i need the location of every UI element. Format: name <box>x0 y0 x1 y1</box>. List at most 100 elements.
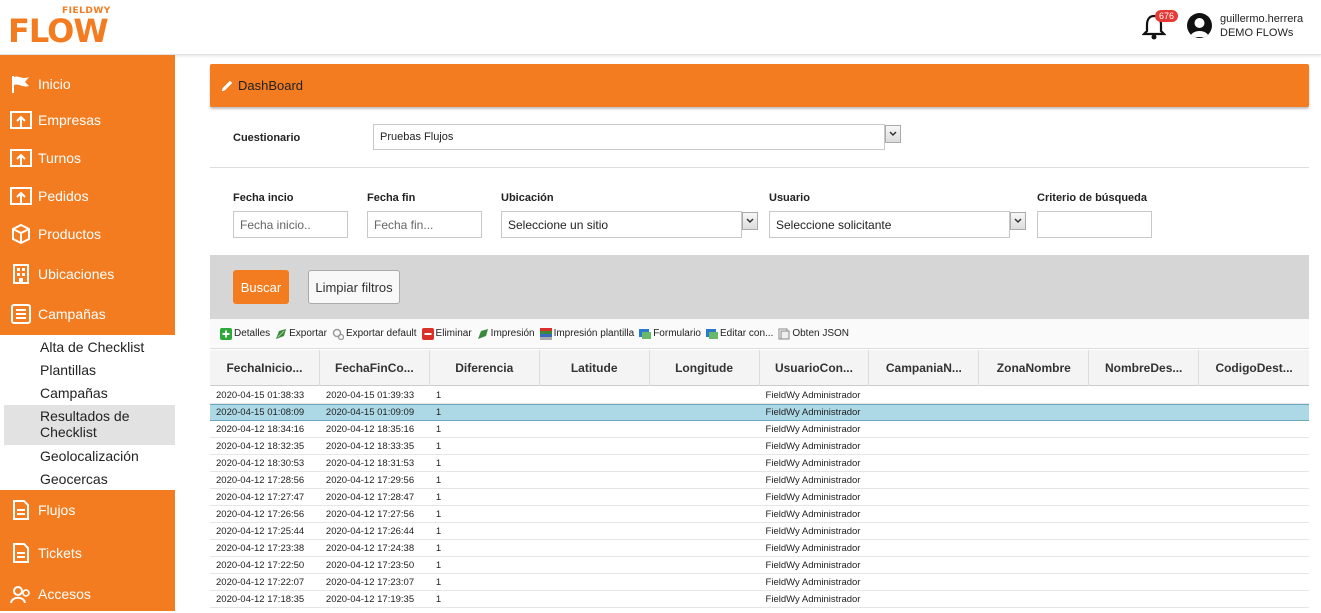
user-icon <box>1190 18 1209 37</box>
sidebar-subitem-geocercas[interactable]: Geocercas <box>4 471 175 487</box>
table-row[interactable]: 2020-04-12 17:28:56 2020-04-12 17:29:56 1 F… <box>210 472 1309 489</box>
toolbar-label: Exportar default <box>345 328 417 339</box>
edit-icon <box>705 328 718 339</box>
sidebar-item-empresas[interactable]: Empresas <box>0 101 175 139</box>
column-header[interactable]: FechaFinCo... <box>320 350 430 386</box>
formulario-button[interactable]: Formulario <box>639 328 701 340</box>
sidebar: Inicio Empresas Turnos Pedidos Productos… <box>0 55 175 611</box>
table-row[interactable]: 2020-04-12 18:30:53 2020-04-12 18:31:53 1 F… <box>210 455 1309 472</box>
usuario-dropdown-button[interactable] <box>1010 212 1026 230</box>
exportar-default-button[interactable]: Exportar default <box>332 328 417 340</box>
limpiar-filtros-button[interactable]: Limpiar filtros <box>308 270 400 304</box>
sidebar-subitem-alta-checklist[interactable]: Alta de Checklist <box>4 339 175 355</box>
sidebar-item-pedidos[interactable]: Pedidos <box>0 177 175 215</box>
table-row[interactable]: 2020-04-12 17:25:44 2020-04-12 17:26:44 1 F… <box>210 523 1309 540</box>
obten-json-button[interactable]: Obten JSON <box>778 328 849 340</box>
ubicacion-dropdown-button[interactable] <box>742 212 758 230</box>
column-header[interactable]: UsuarioCon... <box>760 350 870 386</box>
table-row[interactable]: 2020-04-15 01:38:33 2020-04-15 01:39:33 1 F… <box>210 387 1309 404</box>
table-cell: 2020-04-12 17:26:56 <box>216 508 305 520</box>
table-cell: 2020-04-12 17:27:47 <box>216 491 305 503</box>
sidebar-item-campanas[interactable]: Campañas <box>0 295 175 333</box>
sidebar-item-flujos[interactable]: Flujos <box>0 491 175 529</box>
table-cell: 2020-04-12 17:19:35 <box>325 593 415 605</box>
fecha-fin-input[interactable]: Fecha fin... <box>367 211 482 238</box>
detalles-button[interactable]: Detalles <box>220 327 270 340</box>
logo-big-text: FLOW <box>8 12 109 50</box>
user-info[interactable]: guillermo.herrera DEMO FLOWs <box>1220 12 1303 40</box>
document-icon <box>13 500 29 520</box>
column-header[interactable]: ZonaNombre <box>979 350 1090 386</box>
table-cell: 2020-04-15 01:08:09 <box>216 407 305 418</box>
campanas-submenu: Alta de Checklist Plantillas Campañas Re… <box>0 335 175 490</box>
column-header[interactable]: CampaniaN... <box>869 350 980 386</box>
table-cell: FieldWy Administrador <box>765 457 861 469</box>
buscar-button[interactable]: Buscar <box>233 270 289 304</box>
usuario-label: Usuario <box>769 192 810 204</box>
sidebar-subitem-geolocalizacion[interactable]: Geolocalización <box>4 448 175 464</box>
delete-icon <box>421 327 434 340</box>
sidebar-subitem-plantillas[interactable]: Plantillas <box>4 362 175 378</box>
sidebar-item-tickets[interactable]: Tickets <box>0 534 175 572</box>
sidebar-subitem-campanas[interactable]: Campañas <box>4 385 175 401</box>
exportar-button[interactable]: Exportar <box>275 328 327 340</box>
fecha-inicio-input[interactable]: Fecha inicio.. <box>233 211 348 238</box>
sidebar-item-accesos[interactable]: Accesos <box>0 575 175 613</box>
table-cell: 1 <box>435 576 442 588</box>
sidebar-item-label: Productos <box>38 226 102 242</box>
app-logo[interactable]: FIELDWY FLOW <box>6 6 110 50</box>
sidebar-item-ubicaciones[interactable]: Ubicaciones <box>0 255 175 293</box>
table-body: 2020-04-15 01:38:33 2020-04-15 01:39:33 1 F… <box>210 387 1309 608</box>
sidebar-item-productos[interactable]: Productos <box>0 215 175 253</box>
table-row[interactable]: 2020-04-12 17:22:07 2020-04-12 17:23:07 1 F… <box>210 574 1309 591</box>
json-icon <box>778 328 790 339</box>
divider <box>210 167 1309 168</box>
column-header[interactable]: CodigoDest... <box>1199 350 1309 386</box>
table-cell: 1 <box>435 440 442 452</box>
table-row[interactable]: 2020-04-12 17:23:38 2020-04-12 17:24:38 1 F… <box>210 540 1309 557</box>
toolbar-label: Impresión <box>490 328 535 339</box>
table-cell: 1 <box>435 407 442 418</box>
table-cell: 2020-04-12 17:26:44 <box>325 525 415 537</box>
column-header[interactable]: NombreDes... <box>1089 350 1200 386</box>
toolbar-label: Impresión plantilla <box>553 328 635 339</box>
table-cell: 2020-04-12 17:28:56 <box>216 474 305 486</box>
column-header[interactable]: Latitude <box>540 350 650 386</box>
impresion-plantilla-button[interactable]: Impresión plantilla <box>539 327 635 340</box>
filter-action-bar: Buscar Limpiar filtros <box>210 255 1309 319</box>
main-content: DashBoard Cuestionario Pruebas Flujos Fe… <box>175 55 1321 611</box>
table-cell: FieldWy Administrador <box>765 407 861 418</box>
usuario-select[interactable]: Seleccione solicitante <box>769 211 1010 238</box>
table-row[interactable]: 2020-04-12 17:22:50 2020-04-12 17:23:50 1 F… <box>210 557 1309 574</box>
sidebar-item-label: Turnos <box>38 150 82 166</box>
table-cell: 2020-04-12 18:35:16 <box>325 423 415 435</box>
cuestionario-dropdown-button[interactable] <box>885 125 901 143</box>
table-row[interactable]: 2020-04-12 17:26:56 2020-04-12 17:27:56 1 F… <box>210 506 1309 523</box>
table-row[interactable]: 2020-04-12 17:18:35 2020-04-12 17:19:35 1 F… <box>210 591 1309 608</box>
toolbar-label: Obten JSON <box>792 328 850 339</box>
sidebar-item-turnos[interactable]: Turnos <box>0 139 175 177</box>
table-row[interactable]: 2020-04-12 18:32:35 2020-04-12 18:33:35 1 F… <box>210 438 1309 455</box>
avatar[interactable] <box>1187 13 1212 38</box>
logout-icon[interactable]: 〈 <box>1314 17 1321 43</box>
table-row[interactable]: 2020-04-12 17:27:47 2020-04-12 17:28:47 1 F… <box>210 489 1309 506</box>
table-cell: 1 <box>435 474 442 486</box>
sidebar-item-inicio[interactable]: Inicio <box>0 65 175 103</box>
table-cell: 2020-04-12 18:31:53 <box>325 457 415 469</box>
ubicacion-select[interactable]: Seleccione un sitio <box>501 211 742 238</box>
sidebar-subitem-resultados-checklist[interactable]: Resultados de Checklist <box>4 405 175 445</box>
criterio-input[interactable] <box>1037 211 1152 238</box>
editar-con-button[interactable]: Editar con... <box>705 328 773 340</box>
table-cell: FieldWy Administrador <box>765 474 861 486</box>
table-cell: 2020-04-12 17:18:35 <box>216 593 305 605</box>
eliminar-button[interactable]: Eliminar <box>421 327 472 340</box>
table-row[interactable]: 2020-04-15 01:08:09 2020-04-15 01:09:09 1 F… <box>210 404 1309 421</box>
column-header[interactable]: FechaInicio... <box>210 350 320 386</box>
cuestionario-select[interactable]: Pruebas Flujos <box>373 124 885 150</box>
column-header[interactable]: Longitude <box>650 350 760 386</box>
table-cell: 2020-04-12 18:33:35 <box>325 440 415 452</box>
column-header[interactable]: Diferencia <box>430 350 540 386</box>
impresion-button[interactable]: Impresión <box>477 328 535 340</box>
username: guillermo.herrera <box>1220 13 1304 25</box>
table-row[interactable]: 2020-04-12 18:34:16 2020-04-12 18:35:16 1 F… <box>210 421 1309 438</box>
